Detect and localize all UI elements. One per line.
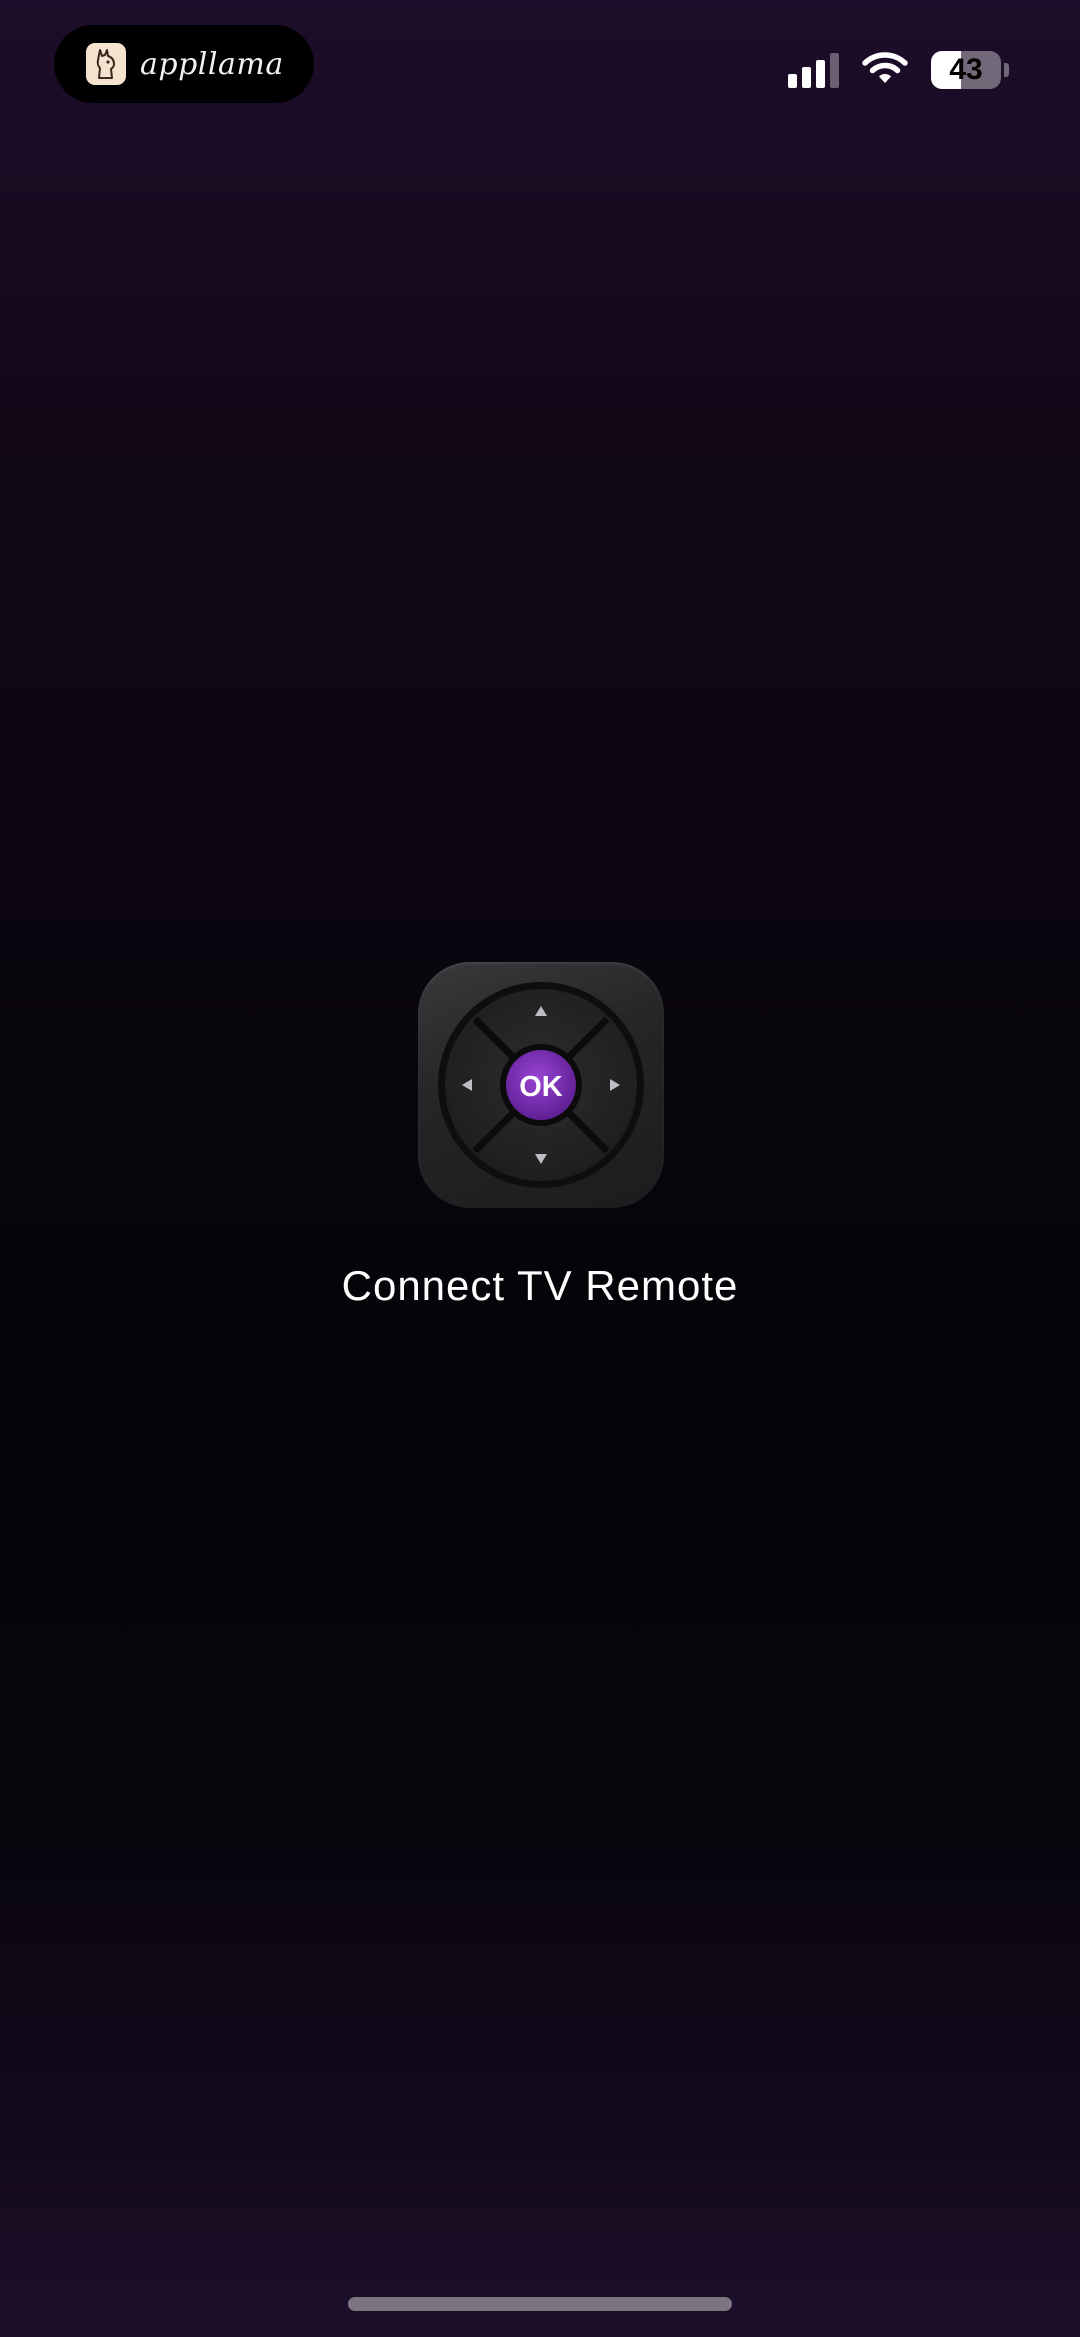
battery-tip — [1004, 63, 1009, 77]
battery-icon: 43 — [931, 51, 1001, 89]
llama-logo-icon — [86, 43, 126, 85]
app-title: Connect TV Remote — [341, 1262, 739, 1309]
appllama-badge: appllama — [54, 25, 314, 103]
ok-label: OK — [519, 1071, 563, 1103]
status-icons: 43 — [788, 48, 1009, 92]
battery-percentage: 43 — [949, 53, 983, 86]
wifi-icon — [861, 50, 909, 90]
cellular-signal-icon — [788, 52, 839, 88]
badge-label: appllama — [140, 46, 284, 82]
tv-remote-dpad-icon: OK — [418, 962, 664, 1208]
home-indicator[interactable] — [348, 2297, 732, 2311]
